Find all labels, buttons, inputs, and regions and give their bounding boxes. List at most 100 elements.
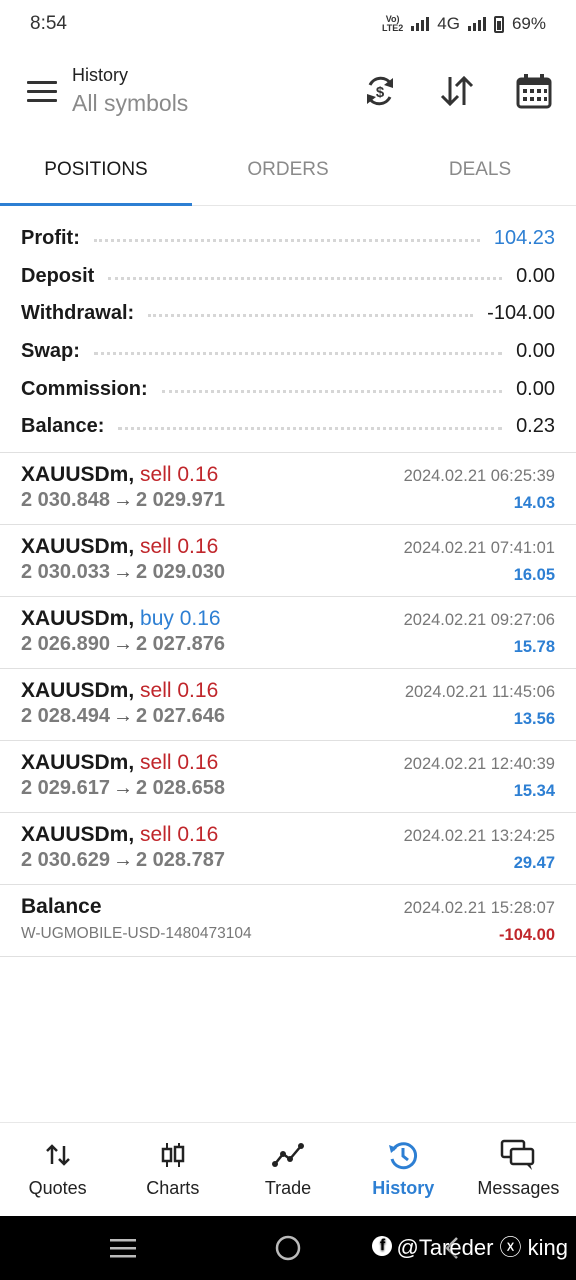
open-price: 2 030.033 (21, 560, 110, 583)
app-header: History All symbols $ (0, 48, 576, 134)
position-row[interactable]: XAUUSDm, sell 0.16 2 030.629 → 2 028.787 2… (0, 813, 576, 885)
nav-trade-label: Trade (264, 1178, 312, 1198)
balance-label: Balance: (21, 415, 105, 438)
tab-positions[interactable]: POSITIONS (0, 134, 192, 206)
dotted-leader (148, 314, 474, 318)
open-price: 2 030.848 (21, 488, 110, 511)
position-side: sell 0.16 (140, 534, 219, 558)
position-symbol: XAUUSDm, (21, 678, 135, 702)
position-time: 2024.02.21 13:24:25 (403, 826, 555, 845)
volte-icon: Vo) LTE2 (381, 14, 404, 33)
swap-label: Swap: (21, 340, 80, 363)
commission-label: Commission: (21, 377, 148, 400)
withdrawal-label: Withdrawal: (21, 302, 135, 325)
open-price: 2 029.617 (21, 776, 110, 799)
withdrawal-value: -104.00 (487, 302, 555, 325)
positions-list: XAUUSDm, sell 0.16 2 030.848 → 2 029.971 2… (0, 453, 576, 957)
position-time: 2024.02.21 09:27:06 (403, 610, 555, 629)
position-symbol: XAUUSDm, (21, 462, 135, 486)
system-navigation-bar: f @Tareder ⓧ king (0, 1216, 576, 1280)
sort-button[interactable] (435, 69, 479, 113)
close-price: 2 028.658 (135, 776, 225, 799)
page-title: History (72, 65, 129, 85)
nav-history[interactable]: History (346, 1123, 461, 1216)
price-arrow: → (112, 632, 133, 655)
swap-value: 0.00 (516, 340, 555, 363)
position-profit: 15.34 (513, 781, 555, 800)
position-row[interactable]: XAUUSDm, sell 0.16 2 030.848 → 2 029.971 2… (0, 453, 576, 525)
nav-messages[interactable]: Messages (461, 1123, 576, 1216)
battery-icon (493, 15, 504, 33)
profit-value: 104.23 (493, 227, 555, 250)
nav-charts-label: Charts (146, 1178, 200, 1198)
position-profit: 16.05 (513, 565, 555, 584)
position-time: 2024.02.21 11:45:06 (404, 682, 555, 701)
home-circle-icon (275, 1235, 301, 1261)
svg-text:$: $ (376, 84, 385, 101)
profit-label: Profit: (21, 227, 80, 250)
dotted-leader (118, 427, 503, 431)
sort-arrows-icon (440, 75, 474, 107)
position-symbol: XAUUSDm, (21, 534, 135, 558)
summary-panel: Profit: 104.23 Deposit 0.00 Withdrawal: … (0, 206, 576, 453)
open-price: 2 028.494 (21, 704, 110, 727)
deposit-row: Deposit 0.00 (21, 258, 555, 296)
recent-apps-button[interactable] (110, 1238, 136, 1263)
close-price: 2 029.030 (135, 560, 225, 583)
balance-value: 0.23 (516, 415, 555, 438)
battery-level: 69% (511, 14, 546, 33)
dotted-leader (108, 276, 503, 280)
open-price: 2 030.629 (21, 848, 110, 871)
withdrawal-row: Withdrawal: -104.00 (21, 295, 555, 333)
currency-exchange-button[interactable]: $ (358, 69, 402, 113)
signal-icon (411, 17, 430, 31)
price-arrow: → (112, 704, 133, 727)
nav-charts[interactable]: Charts (115, 1123, 230, 1216)
dotted-leader (161, 389, 503, 393)
facebook-icon: f (372, 1236, 393, 1256)
bottom-navigation: Quotes Charts Trade History Messages (0, 1122, 576, 1216)
watermark-text: @Tareder ⓧ king (396, 1235, 568, 1260)
status-time: 8:54 (30, 13, 67, 34)
network-type: 4G (437, 14, 460, 33)
close-price: 2 027.876 (135, 632, 225, 655)
balance-operation-row[interactable]: Balance W-UGMOBILE-USD-1480473104 2024.0… (0, 885, 576, 957)
commission-value: 0.00 (516, 377, 555, 400)
balance-op-title: Balance (21, 894, 102, 918)
position-row[interactable]: XAUUSDm, sell 0.16 2 030.033 → 2 029.030 2… (0, 525, 576, 597)
tab-deals[interactable]: DEALS (384, 134, 576, 205)
position-row[interactable]: XAUUSDm, sell 0.16 2 029.617 → 2 028.658 2… (0, 741, 576, 813)
commission-row: Commission: 0.00 (21, 370, 555, 408)
balance-row: Balance: 0.23 (21, 408, 555, 446)
status-icons: Vo) LTE2 4G 69% (382, 14, 546, 34)
symbol-filter[interactable]: All symbols (72, 90, 325, 117)
position-row[interactable]: XAUUSDm, sell 0.16 2 028.494 → 2 027.646 2… (0, 669, 576, 741)
recent-apps-icon (110, 1239, 136, 1258)
hamburger-menu-icon[interactable] (27, 80, 57, 102)
close-price: 2 027.646 (135, 704, 225, 727)
calendar-button[interactable] (512, 69, 556, 113)
position-row[interactable]: XAUUSDm, buy 0.16 2 026.890 → 2 027.876 20… (0, 597, 576, 669)
position-profit: 13.56 (513, 709, 555, 728)
position-time: 2024.02.21 12:40:39 (403, 754, 555, 773)
position-profit: 14.03 (513, 493, 555, 512)
position-symbol: XAUUSDm, (21, 822, 135, 846)
nav-trade[interactable]: Trade (230, 1123, 345, 1216)
balance-op-amount: -104.00 (499, 925, 555, 944)
dotted-leader (93, 239, 480, 243)
position-symbol: XAUUSDm, (21, 606, 135, 630)
nav-quotes[interactable]: Quotes (0, 1123, 115, 1216)
title-block[interactable]: History All symbols (72, 65, 325, 117)
balance-op-time: 2024.02.21 15:28:07 (403, 898, 555, 917)
swap-row: Swap: 0.00 (21, 333, 555, 371)
open-price: 2 026.890 (21, 632, 110, 655)
home-button[interactable] (275, 1235, 301, 1266)
position-side: sell 0.16 (140, 678, 219, 702)
position-time: 2024.02.21 07:41:01 (403, 538, 555, 557)
nav-quotes-label: Quotes (28, 1178, 87, 1198)
position-side: sell 0.16 (140, 462, 219, 486)
trade-line-icon (272, 1140, 304, 1170)
candles-icon (160, 1140, 186, 1170)
tab-orders[interactable]: ORDERS (192, 134, 384, 205)
position-side: sell 0.16 (140, 750, 219, 774)
